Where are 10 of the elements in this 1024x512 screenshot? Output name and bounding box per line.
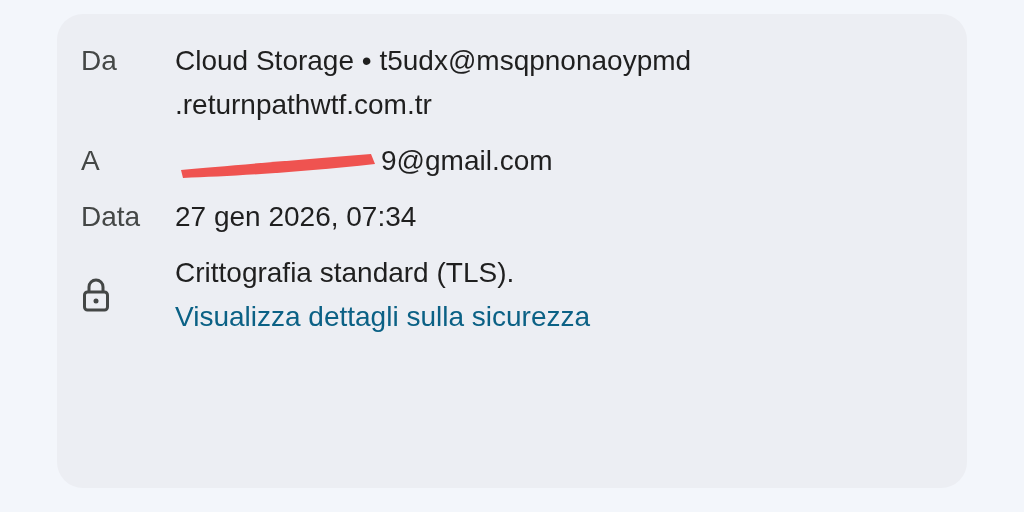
encryption-text: Crittografia standard (TLS).: [175, 256, 516, 290]
field-label: Da: [81, 44, 118, 78]
field-label: Data: [81, 200, 142, 234]
sender-text: .returnpathwtf.com.tr: [175, 88, 433, 122]
field-label: A: [81, 144, 101, 178]
security-details-link[interactable]: Visualizza dettagli sulla sicurezza: [175, 300, 967, 334]
recipient-address: 9@gmail.com: [381, 144, 553, 178]
sender-text: Cloud Storage • t5udx@msqpnonaoypmd: [175, 44, 693, 78]
lock-icon: [81, 278, 111, 312]
date-text: 27 gen 2026, 07:34: [175, 200, 418, 234]
